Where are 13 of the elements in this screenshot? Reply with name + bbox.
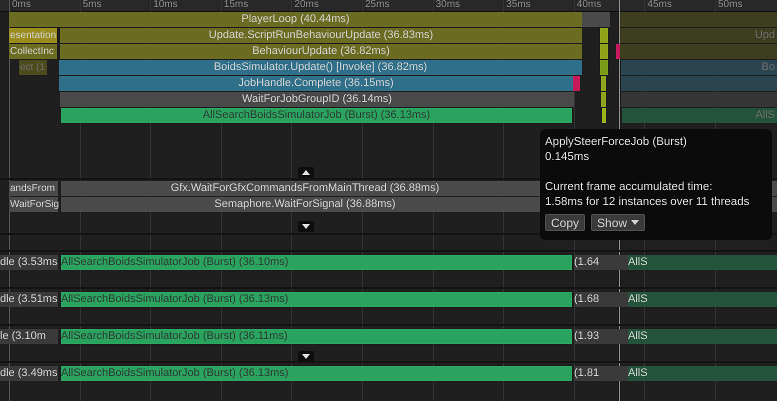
tooltip-title: ApplySteerForceJob (Burst) <box>545 135 688 150</box>
ruler-tick-label: 40ms <box>576 0 602 11</box>
ruler-tick-label: 15ms <box>224 0 248 11</box>
ruler-tick-label: 25ms <box>365 0 390 11</box>
ruler-tick-label: 5ms <box>82 0 102 11</box>
ruler-tick-label: 35ms <box>506 0 531 11</box>
ruler-tick-label: 50ms <box>718 0 742 11</box>
ruler-tick-label: 0ms <box>12 0 31 11</box>
duration-text: 0.145ms <box>545 150 590 165</box>
ruler-tick-label: 45ms <box>647 0 672 11</box>
ruler-tick-label: 20ms <box>294 0 319 11</box>
ruler-tick-label: 10ms <box>153 0 178 11</box>
ruler-tick-label: 30ms <box>436 0 460 11</box>
